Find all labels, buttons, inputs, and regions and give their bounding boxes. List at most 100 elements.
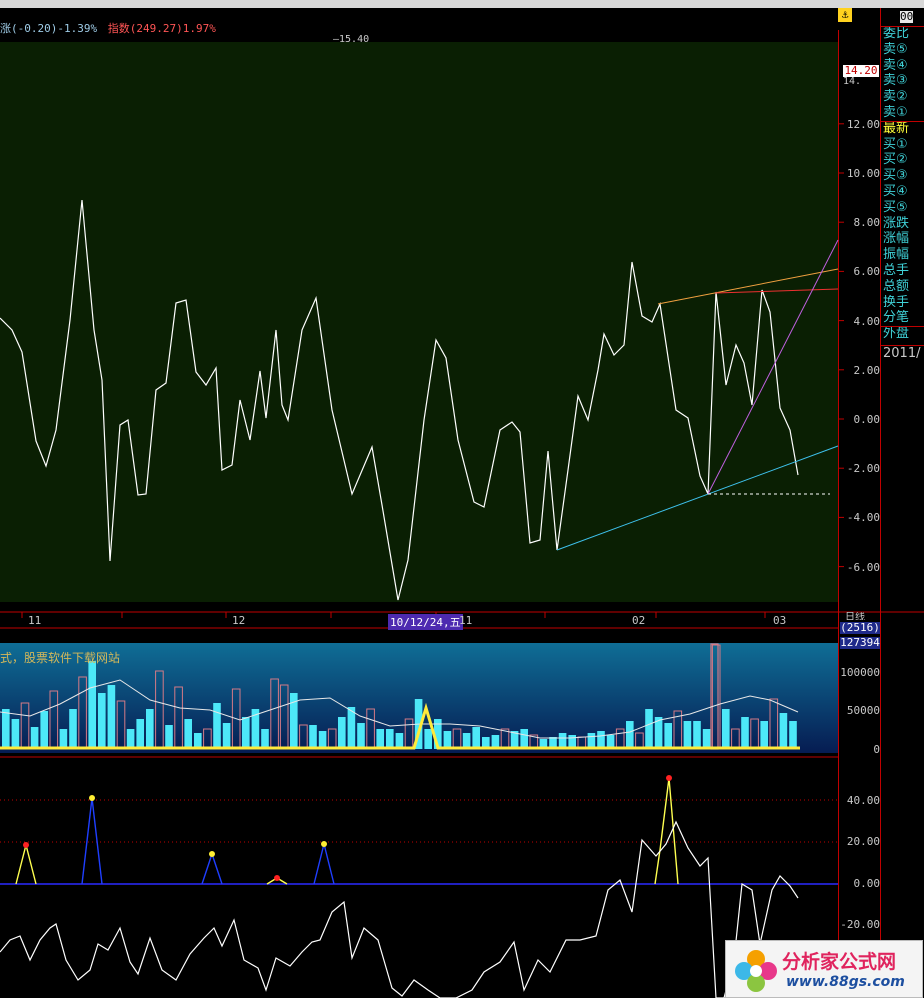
- side-item[interactable]: 涨幅: [883, 231, 923, 247]
- volume-bar: [30, 727, 39, 749]
- indicator-series: [0, 775, 838, 998]
- indicator-y-tick: -20.00: [840, 918, 880, 931]
- volume-bar: [261, 729, 269, 749]
- price-y-tick: 10.00: [846, 167, 880, 180]
- indicator-dot: [89, 795, 95, 801]
- volume-bar: [136, 719, 144, 749]
- volume-bar: [98, 693, 106, 749]
- volume-bar: [88, 661, 96, 749]
- side-item[interactable]: 总手: [883, 263, 923, 279]
- side-item[interactable]: 卖①: [883, 105, 923, 121]
- side-item[interactable]: 卖③: [883, 73, 923, 89]
- side-item[interactable]: 振幅: [883, 247, 923, 263]
- current-price-tick: 14.: [843, 76, 862, 87]
- price-y-tick: 6.00: [853, 265, 881, 279]
- x-tick-label: 03: [773, 614, 787, 627]
- side-item[interactable]: 买④: [883, 184, 923, 200]
- volume-bar: [645, 709, 653, 749]
- cursor-date-label: 10/12/24,五: [388, 614, 463, 630]
- side-item[interactable]: 分笔: [883, 310, 923, 326]
- volume-bar: [222, 723, 231, 749]
- period-label: 日线: [845, 612, 865, 620]
- volume-count: (2516): [840, 621, 880, 634]
- volume-bar: [722, 709, 730, 749]
- volume-bar: [357, 723, 365, 749]
- volume-bar: [664, 723, 672, 749]
- logo-url: www.88gs.com: [786, 974, 905, 990]
- volume-bar: [693, 721, 701, 749]
- volume-bar: [760, 721, 768, 749]
- price-y-tick: -6.00: [846, 560, 880, 574]
- indicator-dot: [666, 775, 672, 781]
- side-item[interactable]: 外盘: [883, 326, 923, 342]
- bell-icon[interactable]: ⚓: [838, 8, 852, 22]
- volume-bar: [386, 729, 394, 749]
- indicator-dot: [209, 851, 215, 857]
- indicator-dot: [23, 842, 29, 848]
- price-y-tick: 8.00: [853, 216, 881, 230]
- side-item[interactable]: 卖⑤: [883, 42, 923, 58]
- logo-title: 分析家公式网: [782, 951, 897, 973]
- volume-y-tick: 100000: [840, 666, 880, 679]
- volume-bar: [683, 721, 692, 749]
- indicator-line: [0, 820, 799, 998]
- volume-bar: [597, 731, 605, 749]
- x-tick-label: 02: [632, 614, 646, 627]
- price-y-tick: 12.00: [846, 117, 880, 131]
- volume-bar: [626, 721, 634, 749]
- volume-bar: [702, 729, 711, 749]
- volume-bar: [443, 731, 452, 749]
- side-item[interactable]: 买⑤: [883, 200, 923, 216]
- volume-y-tick: 50000: [846, 704, 880, 717]
- indicator-y-tick: 40.00: [846, 794, 880, 807]
- volume-bar: [11, 719, 20, 749]
- volume-bar: [213, 703, 221, 749]
- side-item[interactable]: 涨跌: [883, 216, 923, 232]
- change-readout: 涨(-0.20)-1.39% 指数(249.27)1.97%: [0, 23, 216, 35]
- side-item[interactable]: 卖④: [883, 58, 923, 74]
- volume-y-tick: 0: [873, 743, 880, 756]
- stock-code-fragment: 00: [900, 10, 914, 23]
- volume-bar: [242, 717, 250, 749]
- volume-bar: [126, 729, 135, 749]
- indicator-y-tick: 20.00: [846, 835, 880, 848]
- volume-bar: [779, 713, 788, 749]
- window-top-border: [0, 0, 924, 8]
- volume-bar: [424, 729, 432, 749]
- volume-bar: [40, 711, 48, 749]
- volume-bar: [165, 725, 173, 749]
- side-item[interactable]: 卖②: [883, 89, 923, 105]
- volume-bar: [376, 729, 384, 749]
- indicator-dot: [321, 841, 327, 847]
- volume-value: 127394: [840, 636, 880, 649]
- side-item[interactable]: 换手: [883, 295, 923, 311]
- change-prefix: 涨: [0, 22, 11, 35]
- side-item[interactable]: 最新: [883, 121, 923, 137]
- side-item[interactable]: 买②: [883, 152, 923, 168]
- side-separator: [881, 326, 924, 327]
- price-y-tick: 0.00: [853, 413, 881, 426]
- volume-bar: [338, 717, 346, 749]
- indicator-spike: [81, 797, 103, 885]
- price-panel-bg: [0, 42, 838, 602]
- volume-bar: [789, 721, 797, 749]
- price-y-tick: 2.00: [853, 363, 881, 377]
- side-separator: [881, 26, 924, 27]
- change-value: (-0.20)-1.39%: [11, 22, 98, 35]
- volume-bar: [146, 709, 154, 749]
- side-item[interactable]: 买③: [883, 168, 923, 184]
- max-price-marker: —15.40: [333, 34, 370, 45]
- side-item[interactable]: 买①: [883, 137, 923, 153]
- side-item[interactable]: 总额: [883, 279, 923, 295]
- volume-bar: [69, 709, 77, 749]
- indicator-dot: [274, 875, 280, 881]
- x-tick-label: 12: [232, 614, 246, 627]
- volume-panel-title: 式，股票软件下载网站: [0, 651, 121, 665]
- indicator-peak: [654, 777, 679, 885]
- flower-logo-icon: [735, 950, 777, 992]
- chart-canvas[interactable]: [0, 0, 924, 998]
- side-item[interactable]: 委比: [883, 26, 923, 42]
- volume-bar: [184, 719, 192, 749]
- volume-bar: [107, 685, 116, 749]
- volume-bar: [347, 707, 356, 749]
